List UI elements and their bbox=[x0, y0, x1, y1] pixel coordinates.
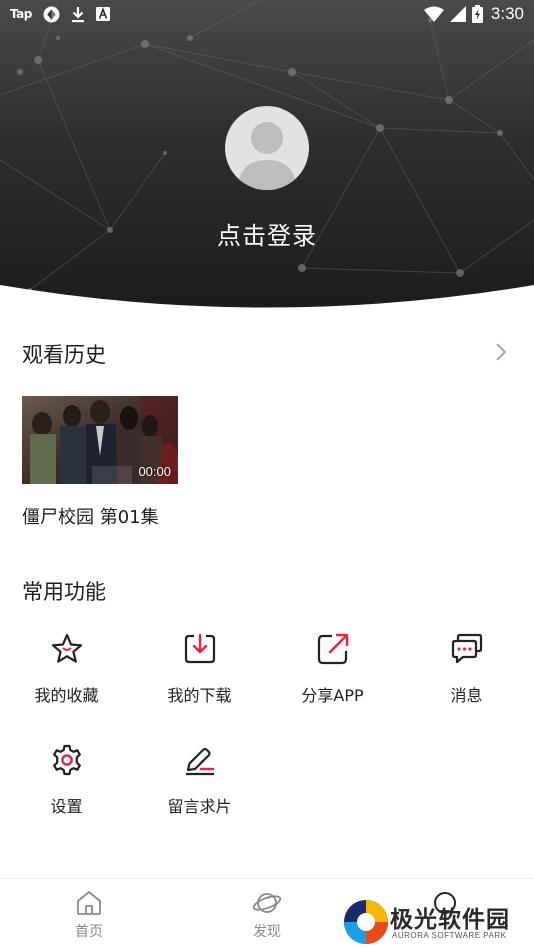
watermark-text: 极光软件园 bbox=[390, 907, 510, 933]
download-box-icon bbox=[183, 632, 217, 666]
share-app-label: 分享APP bbox=[301, 686, 364, 705]
status-time: 3:30 bbox=[490, 4, 524, 23]
aurora-logo-icon bbox=[344, 900, 388, 944]
default-avatar-icon bbox=[237, 122, 297, 190]
watermark-subtext: AURORA SOFTWARE PARK bbox=[392, 931, 507, 940]
nav-discover[interactable]: 发现 bbox=[227, 887, 307, 943]
downloads-label: 我的下载 bbox=[167, 686, 232, 705]
chevron-right-icon[interactable] bbox=[494, 342, 508, 366]
history-thumbnail[interactable]: 00:00 bbox=[22, 396, 178, 484]
signal-icon bbox=[449, 6, 466, 22]
nav-home[interactable]: 首页 bbox=[49, 887, 129, 943]
avatar[interactable] bbox=[225, 106, 309, 190]
history-video-title[interactable]: 僵尸校园 第01集 bbox=[22, 503, 159, 529]
messages-label: 消息 bbox=[450, 686, 483, 705]
status-bar: Tap 3:30 bbox=[0, 0, 534, 28]
share-icon bbox=[316, 632, 350, 666]
planet-icon bbox=[252, 889, 282, 921]
nav-home-label: 首页 bbox=[75, 924, 103, 940]
watermark: 极光软件园 AURORA SOFTWARE PARK bbox=[340, 896, 534, 948]
profile-header: Tap 3:30 点击登录 bbox=[0, 0, 534, 310]
settings-button[interactable]: 设置 bbox=[0, 743, 133, 833]
request-video-label: 留言求片 bbox=[167, 797, 232, 816]
download-icon bbox=[71, 6, 85, 23]
star-icon bbox=[50, 632, 84, 666]
functions-title: 常用功能 bbox=[22, 580, 106, 604]
nav-discover-label: 发现 bbox=[253, 924, 281, 940]
favorites-label: 我的收藏 bbox=[34, 686, 99, 705]
message-icon bbox=[450, 632, 484, 666]
tap-logo: Tap bbox=[10, 7, 32, 21]
share-app-button[interactable]: 分享APP bbox=[266, 632, 399, 722]
video-duration: 00:00 bbox=[138, 464, 171, 479]
home-icon bbox=[75, 889, 103, 921]
sync-icon bbox=[43, 6, 60, 23]
messages-button[interactable]: 消息 bbox=[400, 632, 533, 722]
battery-icon bbox=[471, 5, 483, 23]
favorites-button[interactable]: 我的收藏 bbox=[0, 632, 133, 722]
gear-icon bbox=[50, 743, 84, 777]
pen-icon bbox=[183, 743, 217, 777]
request-video-button[interactable]: 留言求片 bbox=[133, 743, 266, 833]
login-button[interactable]: 点击登录 bbox=[0, 216, 534, 251]
wifi-icon bbox=[423, 6, 444, 22]
settings-label: 设置 bbox=[50, 797, 83, 816]
downloads-button[interactable]: 我的下载 bbox=[133, 632, 266, 722]
keyboard-a-icon bbox=[95, 7, 110, 21]
history-title: 观看历史 bbox=[22, 343, 106, 367]
